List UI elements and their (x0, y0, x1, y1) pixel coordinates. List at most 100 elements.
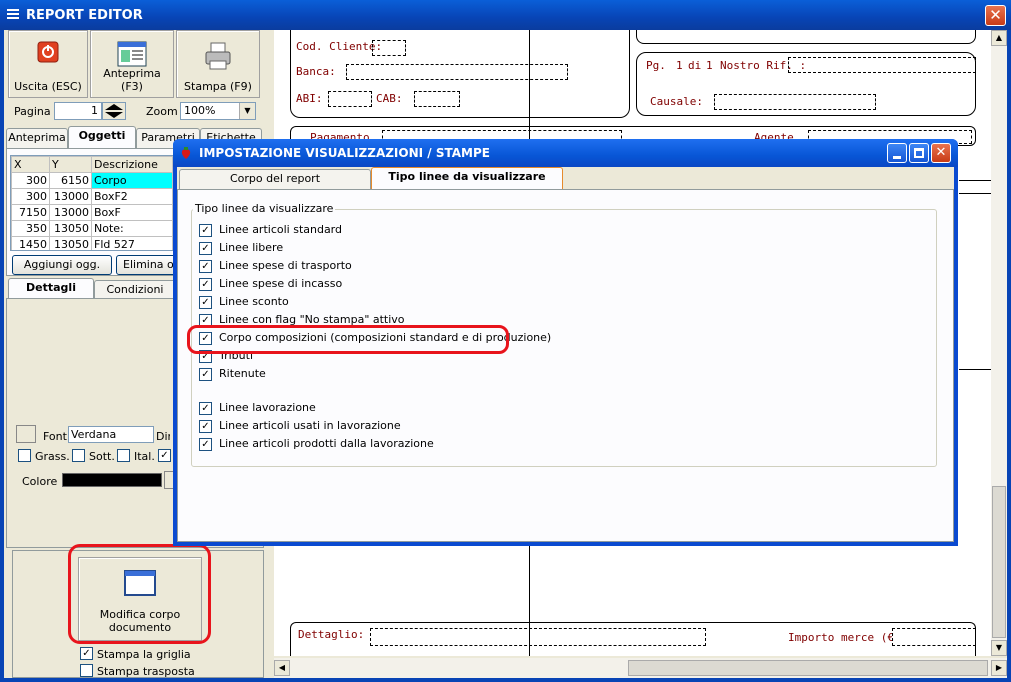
font-picker-button[interactable] (16, 425, 36, 443)
cell-descrizione: BoxF (91, 204, 173, 221)
tab-dettagli[interactable]: Dettagli (8, 278, 94, 300)
option-row[interactable]: ✓ Linee spese di trasporto (199, 259, 352, 273)
tab-tipo-linee[interactable]: Tipo linee da visualizzare (371, 167, 563, 190)
add-object-button[interactable]: Aggiungi ogg.(F4) (12, 255, 112, 289)
scroll-down-icon[interactable]: ▼ (991, 640, 1007, 656)
column-header[interactable]: X (11, 156, 50, 173)
option-checkbox[interactable]: ✓ (199, 437, 212, 451)
causale-label: Causale: (650, 95, 703, 108)
printer-icon (205, 42, 231, 70)
abi-field (328, 91, 372, 107)
color-swatch[interactable] (62, 473, 162, 487)
maximize-icon (914, 148, 924, 158)
italic-checkbox[interactable] (117, 449, 130, 462)
option-row[interactable]: ✓ Linee articoli prodotti dalla lavorazio… (199, 437, 434, 451)
zoom-value: 100% (184, 104, 216, 117)
cell-y: 6150 (49, 172, 92, 189)
option-checkbox[interactable]: ✓ (199, 401, 212, 415)
color-label: Colore : (22, 475, 65, 488)
option-row[interactable]: ✓ Linee libere (199, 241, 283, 255)
option-checkbox[interactable]: ✓ (199, 259, 212, 273)
minimize-button[interactable] (887, 143, 907, 163)
dialog-body: Corpo del report Tipo linee da visualizz… (177, 167, 954, 542)
abi-label: ABI: (296, 92, 323, 105)
scroll-thumb[interactable] (628, 660, 988, 676)
dialog-close-button[interactable]: ✕ (931, 143, 951, 163)
option-row[interactable]: ✓ Linee lavorazione (199, 401, 316, 415)
minimize-icon (893, 156, 901, 159)
window-title: REPORT EDITOR (26, 8, 143, 23)
underline-checkbox[interactable] (72, 449, 85, 462)
table-row[interactable]: 7150 13000 BoxF (11, 204, 173, 221)
cell-descrizione: Corpo (91, 172, 173, 189)
option-checkbox[interactable]: ✓ (199, 295, 212, 309)
rule-line (959, 180, 991, 181)
option-label: Linee articoli usati in lavorazione (219, 419, 401, 432)
maximize-button[interactable] (909, 143, 929, 163)
option-row[interactable]: ✓ Linee articoli usati in lavorazione (199, 419, 401, 433)
delete-object-button[interactable]: Elimina ogg (116, 255, 176, 275)
column-header[interactable]: Y (49, 156, 92, 173)
option-checkbox[interactable]: ✓ (199, 277, 212, 291)
vertical-scrollbar[interactable]: ▲ ▼ (991, 30, 1007, 656)
italic-label: Ital. (134, 450, 155, 463)
option-checkbox[interactable]: ✓ (199, 241, 212, 255)
table-row[interactable]: 300 6150 Corpo (11, 172, 173, 189)
cell-x: 350 (11, 220, 50, 237)
scroll-left-icon[interactable]: ◀ (274, 660, 290, 676)
menu-icon[interactable] (6, 7, 20, 21)
zoom-select[interactable]: 100% ▼ (180, 102, 256, 120)
table-row[interactable]: 300 13000 BoxF2 (11, 188, 173, 205)
option-checkbox[interactable]: ✓ (199, 419, 212, 433)
highlight-ring (68, 544, 211, 644)
bold-checkbox[interactable] (18, 449, 31, 462)
chevron-down-icon[interactable]: ▼ (239, 103, 255, 119)
di-label: di (688, 59, 702, 72)
table-row[interactable]: 350 13050 Note: (11, 220, 173, 237)
cell-descrizione: BoxF2 (91, 188, 173, 205)
zoom-label: Zoom (146, 105, 178, 118)
cell-y: 13000 (49, 188, 92, 205)
strawberry-icon (181, 147, 191, 159)
tab-corpo-del-report[interactable]: Corpo del report (179, 169, 371, 189)
importo-merce-label: Importo merce (€ (788, 631, 894, 644)
font-label: Font (43, 430, 67, 443)
tab-oggetti[interactable]: Oggetti (68, 126, 136, 148)
pg-number: 1 (676, 59, 683, 72)
horizontal-scrollbar[interactable]: ◀ ▶ (274, 658, 1007, 678)
tab-anteprima[interactable]: Anteprima (6, 128, 68, 148)
print-transposed-checkbox[interactable] (80, 664, 93, 677)
option-label: Linee spese di trasporto (219, 259, 352, 272)
objects-grid[interactable]: X Y Descrizione 300 6150 Corpo 300 13000 BoxF2… (10, 155, 174, 251)
cell-y: 13050 (49, 220, 92, 237)
option-row[interactable]: ✓ Ritenute (199, 367, 266, 381)
banca-label: Banca: (296, 65, 336, 78)
table-row[interactable]: 1450 13050 Fld 527 (11, 236, 173, 250)
font-input[interactable]: Verdana (68, 426, 154, 443)
print-button[interactable]: Stampa (F9) (176, 30, 260, 98)
option-row[interactable]: ✓ Linee sconto (199, 295, 289, 309)
scroll-thumb[interactable] (992, 486, 1006, 638)
scroll-right-icon[interactable]: ▶ (991, 660, 1007, 676)
extra-checkbox[interactable]: ✓ (158, 449, 171, 462)
dialog-title: IMPOSTAZIONE VISUALIZZAZIONI / STAMPE (199, 146, 490, 160)
page-spinner[interactable] (102, 102, 126, 120)
pg-label: Pg. (646, 59, 666, 72)
tab-condizioni[interactable]: Condizioni (94, 280, 176, 300)
option-checkbox[interactable]: ✓ (199, 223, 212, 237)
page-input[interactable]: 1 (54, 102, 102, 120)
exit-button[interactable]: Uscita (ESC) (8, 30, 88, 98)
column-header[interactable]: Descrizione (91, 156, 173, 173)
preview-button[interactable]: Anteprima (F3) (90, 30, 174, 98)
rule-line (959, 369, 991, 370)
print-grid-checkbox[interactable]: ✓ (80, 647, 93, 660)
preview-label: Anteprima (F3) (103, 67, 161, 93)
scroll-up-icon[interactable]: ▲ (991, 30, 1007, 46)
cell-y: 13000 (49, 204, 92, 221)
option-row[interactable]: ✓ Linee spese di incasso (199, 277, 342, 291)
option-row[interactable]: ✓ Linee articoli standard (199, 223, 342, 237)
title-bar: REPORT EDITOR ✕ (0, 0, 1011, 30)
cab-field (414, 91, 460, 107)
option-checkbox[interactable]: ✓ (199, 367, 212, 381)
close-button[interactable]: ✕ (985, 5, 1006, 26)
